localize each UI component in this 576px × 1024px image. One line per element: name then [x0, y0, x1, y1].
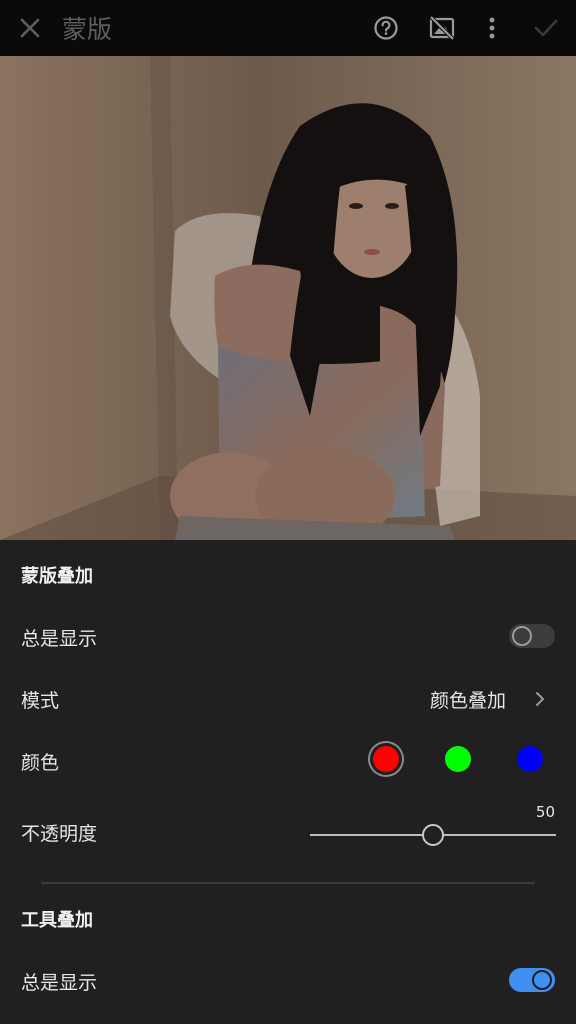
tool-overlay-section-title: 工具叠加 [21, 910, 93, 931]
mask-hide-icon[interactable] [428, 14, 456, 42]
toggle-knob [512, 626, 532, 646]
check-icon[interactable] [532, 14, 560, 42]
mask-overlay-section-title: 蒙版叠加 [21, 566, 93, 587]
close-icon[interactable] [18, 16, 42, 40]
color-swatch-red[interactable] [373, 746, 399, 772]
help-icon[interactable] [372, 14, 400, 42]
more-icon[interactable] [478, 14, 506, 42]
section-divider [41, 882, 535, 884]
tool-always-show-label: 总是显示 [21, 972, 98, 994]
photo-image [0, 56, 576, 540]
opacity-value: 50 [535, 803, 555, 821]
color-swatch-blue[interactable] [517, 746, 543, 772]
opacity-slider-thumb[interactable] [422, 824, 444, 846]
page-title: 蒙版 [62, 15, 113, 44]
mode-label: 模式 [21, 690, 60, 712]
top-bar: 蒙版 [0, 0, 576, 56]
toggle-knob [532, 970, 552, 990]
tool-always-show-toggle[interactable] [509, 968, 555, 992]
chevron-right-icon[interactable] [534, 691, 546, 707]
settings-panel: 蒙版叠加 总是显示 模式 颜色叠加 颜色 50 不透明度 工具叠加 总是显示 [0, 540, 576, 1024]
mask-always-show-toggle[interactable] [509, 624, 555, 648]
photo-preview[interactable] [0, 56, 576, 540]
mode-value[interactable]: 颜色叠加 [430, 686, 506, 713]
color-swatch-green[interactable] [445, 746, 471, 772]
opacity-label: 不透明度 [21, 823, 98, 845]
mask-always-show-label: 总是显示 [21, 628, 98, 650]
color-label: 颜色 [21, 752, 60, 774]
